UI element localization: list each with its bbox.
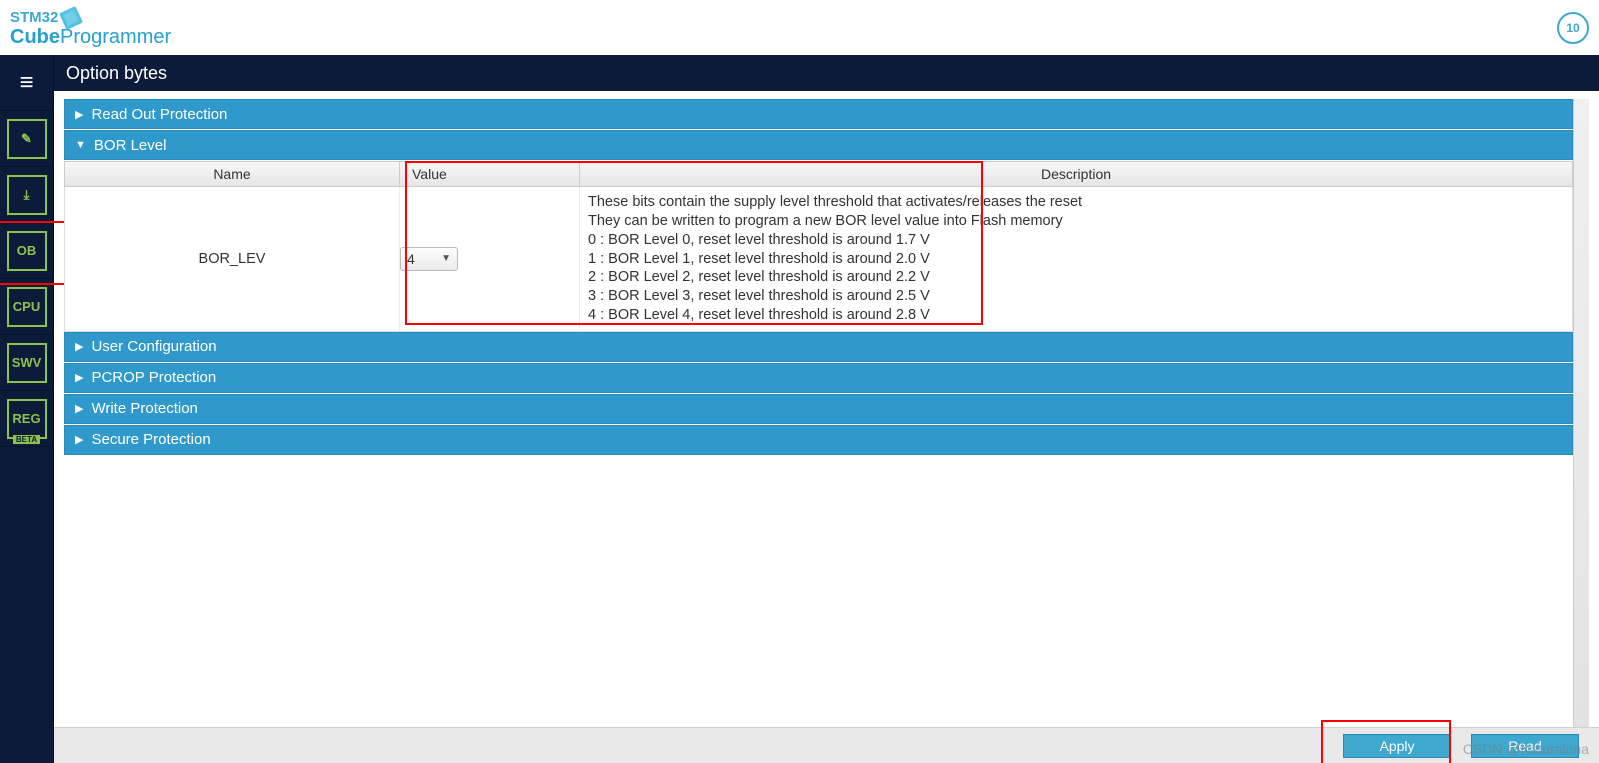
nav-icon-swv: SWV <box>7 343 47 383</box>
page-title: Option bytes <box>54 55 1599 91</box>
table-header: NameValueDescription <box>64 161 1573 187</box>
cell-description: These bits contain the supply level thre… <box>580 187 1572 331</box>
panel-label: BOR Level <box>94 137 167 154</box>
logo-line1: STM32 <box>10 10 58 25</box>
menu-button[interactable]: ≡ <box>0 55 53 111</box>
panel-user-configuration[interactable]: ▶ User Configuration <box>64 332 1573 362</box>
anniversary-badge-icon: 10 <box>1557 12 1589 44</box>
cell-name: BOR_LEV <box>65 187 400 331</box>
nav-item-swv[interactable]: SWV <box>0 335 53 391</box>
nav-icon-reg: REG <box>7 399 47 439</box>
beta-tag: BETA <box>13 435 40 444</box>
panel-pcrop-protection[interactable]: ▶ PCROP Protection <box>64 363 1573 393</box>
nav-item-✎[interactable]: ✎ <box>0 111 53 167</box>
nav-icon-cpu: CPU <box>7 287 47 327</box>
panel-label: User Configuration <box>91 338 216 355</box>
cell-value: 4▼ <box>400 187 580 331</box>
col-value: Value <box>400 162 580 186</box>
read-button[interactable]: Read <box>1471 734 1579 758</box>
side-nav: ≡ ✎ ⤓ OB CPU SWV REGBETA <box>0 55 54 763</box>
nav-icon-ob: OB <box>7 231 47 271</box>
col-desc: Description <box>580 162 1572 186</box>
chevron-right-icon: ▶ <box>75 371 83 384</box>
chevron-down-icon: ▼ <box>75 139 86 151</box>
chevron-right-icon: ▶ <box>75 108 83 121</box>
panel-read-out-protection[interactable]: ▶ Read Out Protection <box>64 99 1573 129</box>
chevron-right-icon: ▶ <box>75 433 83 446</box>
chevron-right-icon: ▶ <box>75 402 83 415</box>
panel-label: Secure Protection <box>91 431 210 448</box>
logo-line2-rest: Programmer <box>60 26 171 48</box>
nav-item-⤓[interactable]: ⤓ <box>0 167 53 223</box>
footer-bar: Apply Read CSDN @Naturalona <box>54 727 1599 763</box>
panel-label: Write Protection <box>91 400 197 417</box>
table-row: BOR_LEV4▼These bits contain the supply l… <box>64 187 1573 332</box>
panel-bor-level[interactable]: ▼ BOR Level <box>64 130 1573 160</box>
logo-line2-bold: Cube <box>10 26 60 48</box>
panel-write-protection[interactable]: ▶ Write Protection <box>64 394 1573 424</box>
chevron-down-icon: ▼ <box>441 253 451 264</box>
value-dropdown[interactable]: 4▼ <box>400 247 458 271</box>
app-logo: STM32 CubeProgrammer <box>10 9 171 47</box>
nav-icon-✎: ✎ <box>7 119 47 159</box>
nav-item-reg[interactable]: REGBETA <box>0 391 53 447</box>
scrollbar[interactable] <box>1573 99 1589 727</box>
logo-bar: STM32 CubeProgrammer 10 <box>0 0 1599 55</box>
nav-icon-⤓: ⤓ <box>7 175 47 215</box>
hamburger-icon: ≡ <box>19 69 33 97</box>
chevron-right-icon: ▶ <box>75 340 83 353</box>
panel-secure-protection[interactable]: ▶ Secure Protection <box>64 425 1573 455</box>
dropdown-value: 4 <box>407 251 415 267</box>
col-name: Name <box>65 162 400 186</box>
apply-button[interactable]: Apply <box>1343 734 1451 758</box>
panel-label: PCROP Protection <box>91 369 216 386</box>
panel-label: Read Out Protection <box>91 106 227 123</box>
nav-item-cpu[interactable]: CPU <box>0 279 53 335</box>
nav-item-ob[interactable]: OB <box>0 223 53 279</box>
